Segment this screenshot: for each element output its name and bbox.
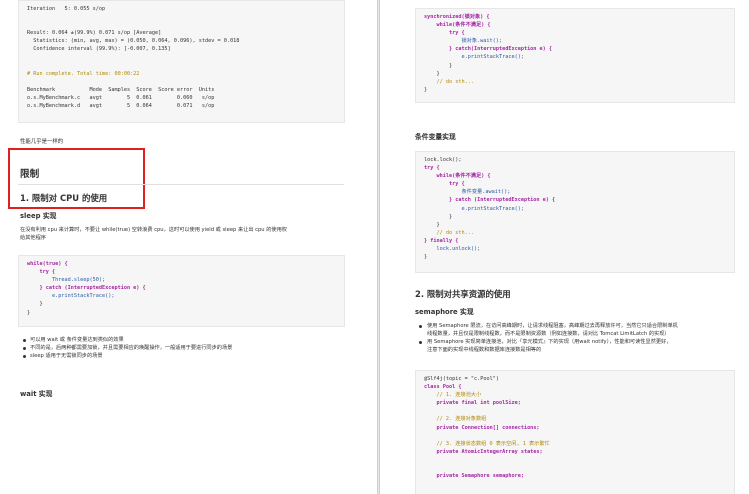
code-line: private AtomicIntegerArray states; xyxy=(424,448,543,455)
list-item: 可以用 wait 或 条件变量达到类似的效果 xyxy=(22,336,232,344)
bullet-dot xyxy=(419,325,422,328)
heading-cpu: 1. 限制对 CPU 的使用 xyxy=(20,193,108,203)
heading-sleep: sleep 实现 xyxy=(20,212,57,220)
sleep-bullet-list: 可以用 wait 或 条件变量达到类似的效果 不同的是，后两种都需要加锁，并且需… xyxy=(22,336,232,360)
heading-semaphore: semaphore 实现 xyxy=(415,308,474,316)
list-item: 不同的是，后两种都需要加锁，并且需要相应的唤醒操作，一般适用于要进行同步的场景 xyxy=(22,344,232,352)
code-line: while(条件不满足) { xyxy=(424,173,491,180)
code-line: Confidence interval (99.9%): [-0.007, 0.… xyxy=(27,46,171,53)
code-line: e.printStackTrace(); xyxy=(424,54,524,61)
sleep-code-block: while(true) { try { Thread.sleep(50); } … xyxy=(18,255,345,327)
code-line: private Connection[] connections; xyxy=(424,424,540,431)
bullet-line: 注意下面的实现中线程数和数据库连接数是相等的 xyxy=(427,347,542,353)
code-line: // 2. 连接对象数组 xyxy=(424,416,487,423)
list-item: 使用 Semaphore 限流，在访问高峰期时，让请求线程阻塞，高峰期过去再释放… xyxy=(418,322,744,338)
code-line: } finally { xyxy=(424,237,459,244)
code-line: e.printStackTrace(); xyxy=(424,205,524,212)
heading-limit: 限制 xyxy=(20,169,40,180)
sleep-paragraph: 在没有利用 cpu 来计算时，不要让 while(true) 空转浪费 cpu，… xyxy=(20,226,350,242)
code-line: # Run complete. Total time: 00:00:22 xyxy=(27,70,140,77)
code-line: } catch(InterruptedException e) { xyxy=(424,46,553,53)
code-line: Thread.sleep(50); xyxy=(27,277,106,284)
code-line: synchronized(锁对象) { xyxy=(424,14,490,20)
code-line: 条件变量.await(); xyxy=(424,189,511,196)
bullet-line: 线程数量，并且仅是限制线程数，而不是限制资源数（例如连接数，请对比 Tomcat… xyxy=(427,331,670,337)
code-line: } xyxy=(424,254,428,261)
code-line: // 3. 连接状态数组 0 表示空闲, 1 表示繁忙 xyxy=(424,440,550,447)
heading-condition-variable: 条件变量实现 xyxy=(415,133,456,141)
code-line: while(条件不满足) { xyxy=(424,22,491,29)
code-line: lock.lock(); xyxy=(424,157,462,163)
code-line: } xyxy=(424,62,453,69)
code-line: } catch (InterruptedException e) { xyxy=(424,197,556,204)
left-page: Iteration 5: 0.055 s/op Result: 0.064 ±(9… xyxy=(0,0,377,494)
code-line: o.s.MyBenchmark.c avgt 5 0.061 0.060 s/o… xyxy=(27,95,215,102)
wait-code-block: synchronized(锁对象) { while(条件不满足) { try {… xyxy=(415,8,735,103)
code-line: } xyxy=(424,70,440,77)
condition-code-block: lock.lock(); try { while(条件不满足) { try { 条… xyxy=(415,151,735,273)
code-line: // do sth... xyxy=(424,78,474,85)
heading-shared-resource: 2. 限制对共享资源的使用 xyxy=(415,289,511,299)
code-line: // do sth... xyxy=(424,229,474,236)
heading-rule xyxy=(18,184,344,185)
semaphore-bullets: 使用 Semaphore 限流，在访问高峰期时，让请求线程阻塞，高峰期过去再释放… xyxy=(418,322,744,354)
code-line: Result: 0.064 ±(99.9%) 0.071 s/op [Avera… xyxy=(27,30,162,37)
code-line: } xyxy=(424,221,440,228)
sleep-paragraph-line-2: 给其他程序 xyxy=(20,235,46,241)
code-line: while(true) { xyxy=(27,261,68,267)
bullet-dot xyxy=(419,341,422,344)
pool-code-block: @Slf4j(topic = "c.Pool") class Pool { // … xyxy=(415,370,735,494)
list-item: 用 Semaphore 实现简单连接池，对比『享元模式』下的实现（用wait n… xyxy=(418,338,744,354)
code-line: } catch (InterruptedException e) { xyxy=(27,285,146,292)
code-line: o.s.MyBenchmark.d avgt 5 0.064 0.071 s/o… xyxy=(27,103,215,110)
code-line: } xyxy=(424,86,428,93)
code-line: e.printStackTrace(); xyxy=(27,293,115,300)
code-line: lock.unlock(); xyxy=(424,246,481,253)
sleep-paragraph-line-1: 在没有利用 cpu 来计算时，不要让 while(true) 空转浪费 cpu，… xyxy=(20,227,287,233)
bullet-line: 用 Semaphore 实现简单连接池，对比『享元模式』下的实现（用wait n… xyxy=(427,339,672,345)
heading-wait: wait 实现 xyxy=(20,390,53,398)
code-line: Iteration 5: 0.055 s/op xyxy=(27,6,106,12)
code-line: class Pool { xyxy=(424,384,462,391)
list-item: sleep 适用于无需锁同步的场景 xyxy=(22,352,232,360)
code-line: } xyxy=(27,309,31,316)
code-line: } xyxy=(27,301,43,308)
code-line: // 1. 连接池大小 xyxy=(424,392,482,399)
code-line: private final int poolSize; xyxy=(424,400,521,407)
code-line: try { xyxy=(424,165,440,172)
code-line: try { xyxy=(27,269,56,276)
bullet-line: 使用 Semaphore 限流，在访问高峰期时，让请求线程阻塞，高峰期过去再释放… xyxy=(427,323,678,329)
right-page: synchronized(锁对象) { while(条件不满足) { try {… xyxy=(380,0,749,494)
code-line: private Semaphore semaphore; xyxy=(424,473,524,480)
performance-note: 性能几乎是一样的 xyxy=(20,139,64,145)
code-line: @Slf4j(topic = "c.Pool") xyxy=(424,376,499,382)
code-line: Benchmark Mode Samples Score Score error… xyxy=(27,86,215,93)
benchmark-output-block: Iteration 5: 0.055 s/op Result: 0.064 ±(9… xyxy=(18,0,345,123)
code-line: try { xyxy=(424,181,465,188)
code-line: Statistics: (min, avg, max) = (0.050, 0.… xyxy=(27,38,240,45)
code-line: } xyxy=(424,213,453,220)
code-line: 锁对象.wait(); xyxy=(424,38,503,45)
code-line: try { xyxy=(424,30,465,37)
